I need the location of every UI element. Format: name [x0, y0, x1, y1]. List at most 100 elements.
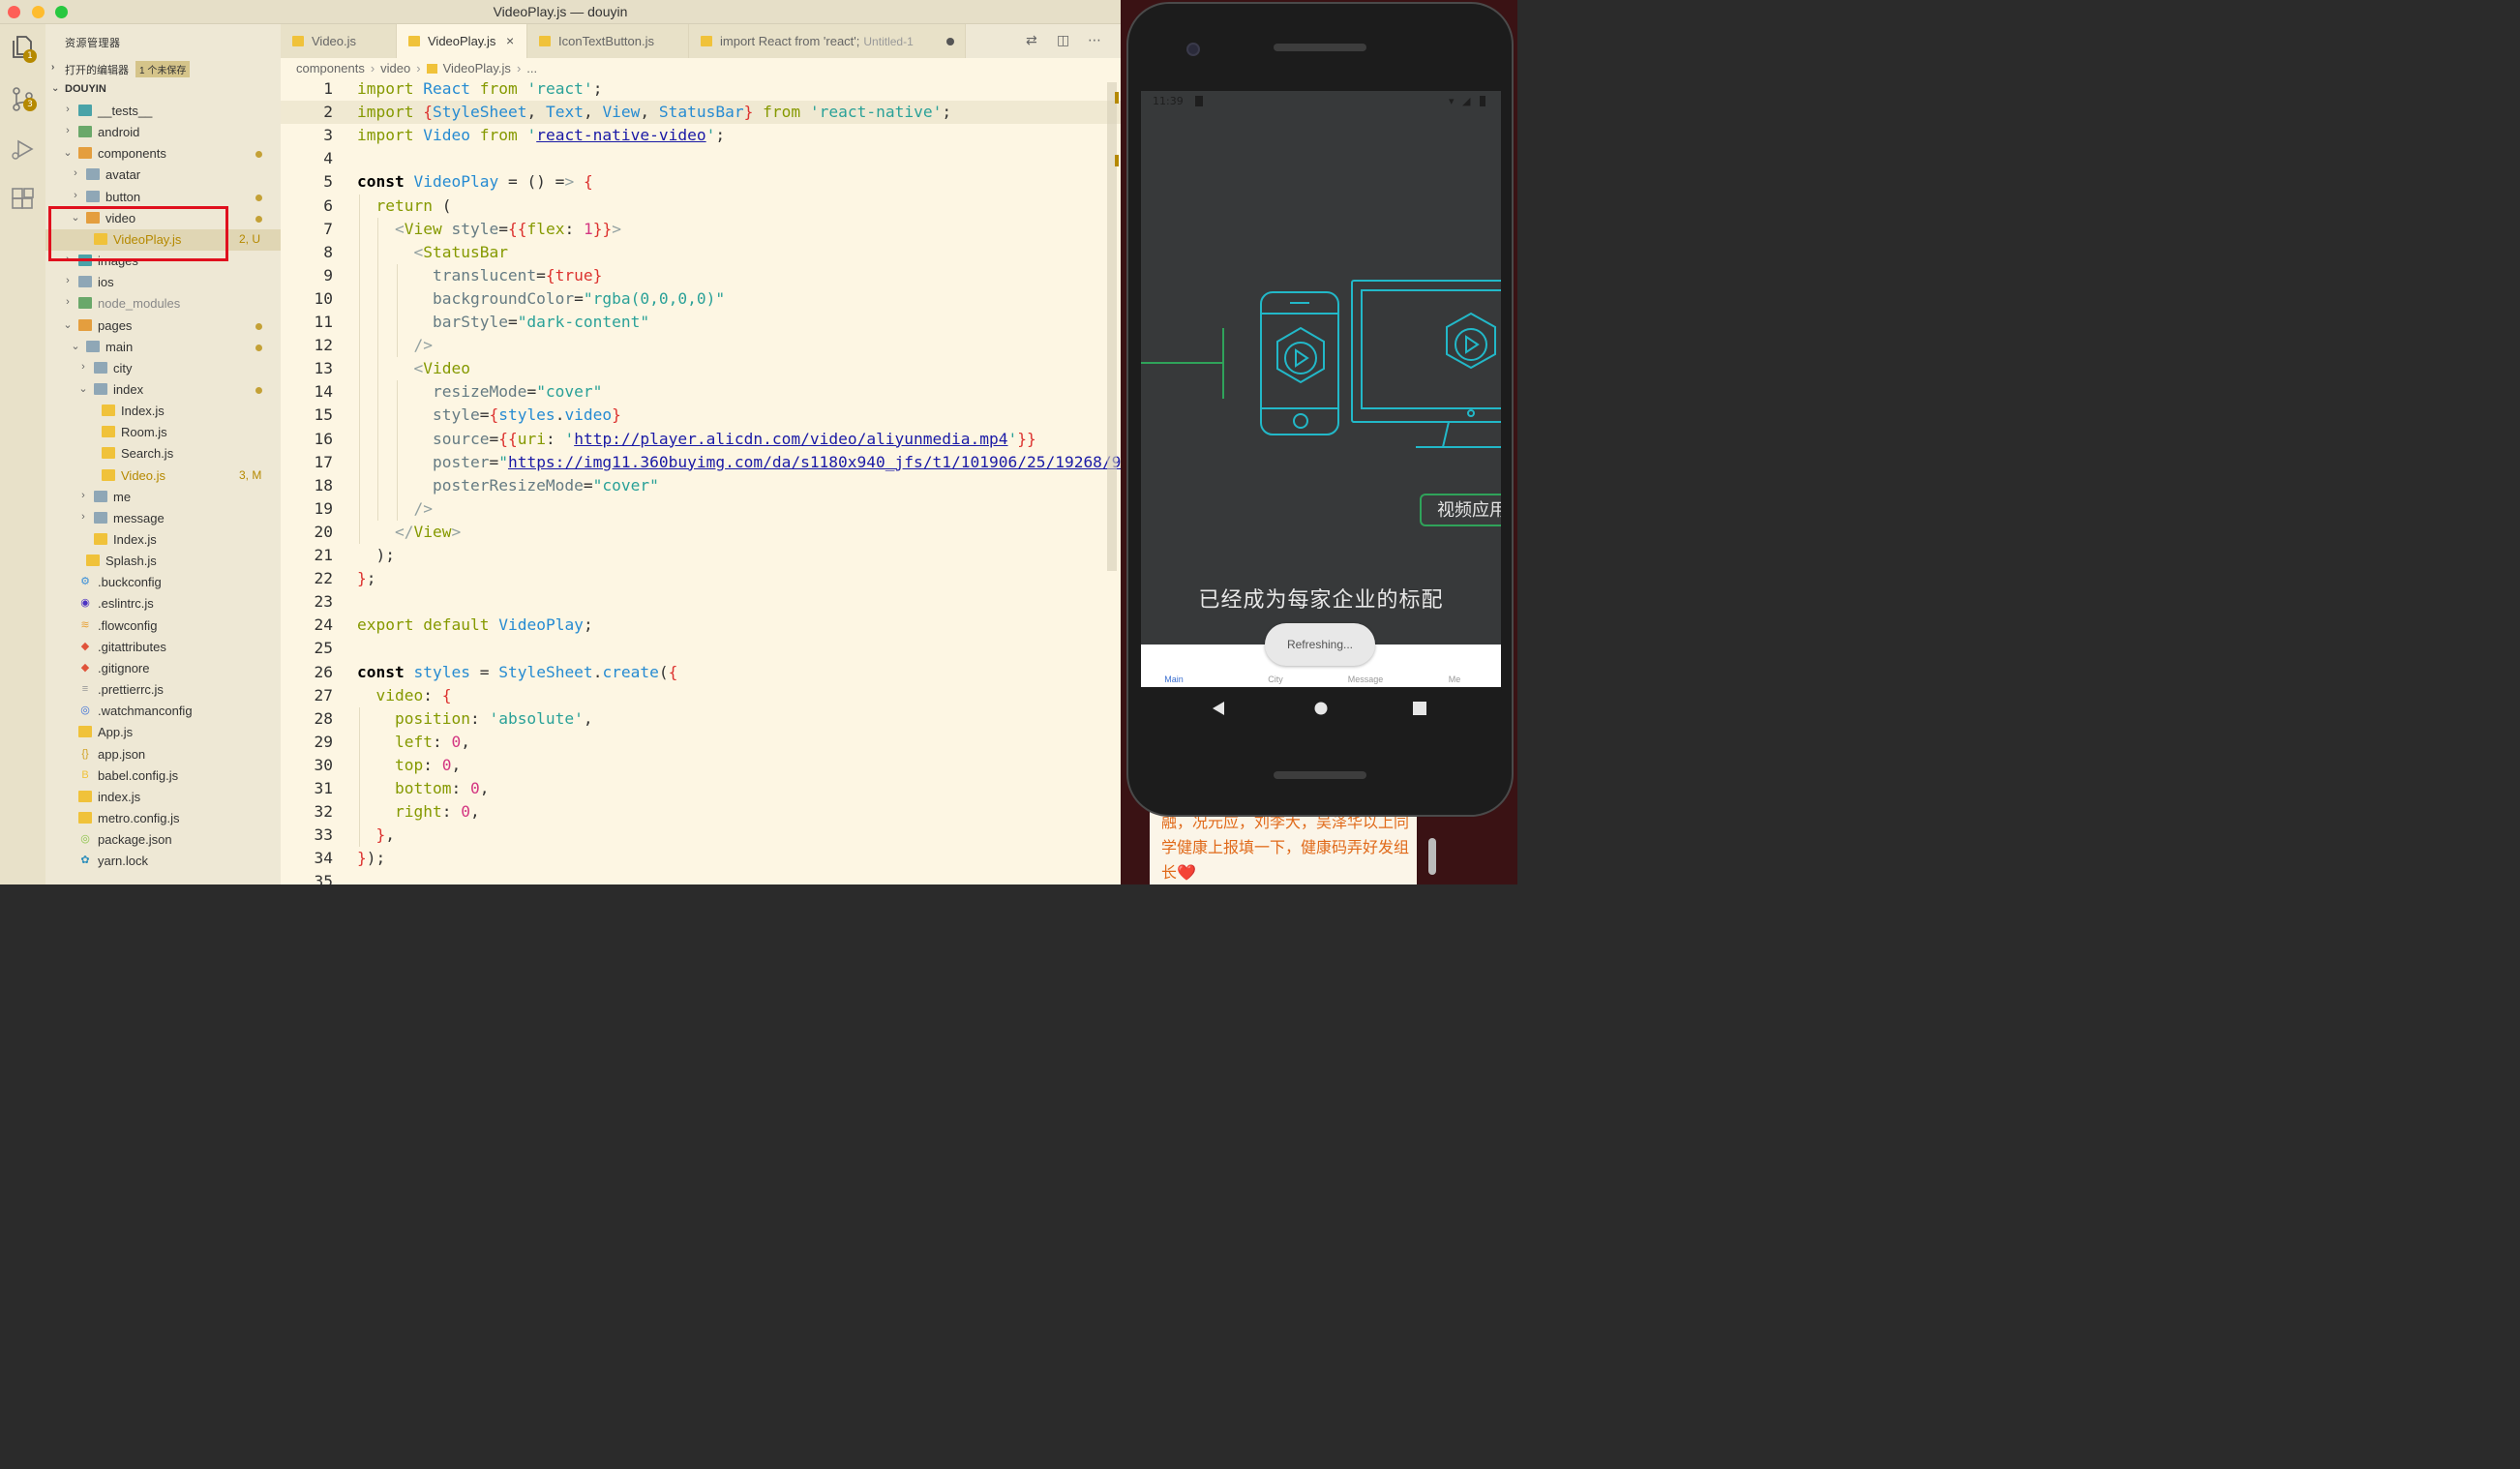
code-line[interactable]: 11 barStyle="dark-content": [281, 311, 1121, 334]
line-number: 11: [314, 313, 334, 331]
code-line[interactable]: 34});: [281, 847, 1121, 870]
code-line[interactable]: 26 const styles = StyleSheet.create({: [281, 661, 1121, 684]
tab-city[interactable]: City: [1246, 675, 1305, 684]
recents-icon[interactable]: [1412, 701, 1427, 716]
tree-file[interactable]: Bbabel.config.js: [45, 765, 281, 787]
code-line[interactable]: 29 left: 0,: [281, 731, 1121, 754]
tree-folder[interactable]: ⌄ pages: [45, 315, 281, 337]
tree-folder[interactable]: › node_modules: [45, 293, 281, 315]
code-editor[interactable]: 1 import React from 'react'; 2 import {Styl…: [281, 77, 1121, 884]
code-line[interactable]: 35: [281, 870, 1121, 884]
code-line[interactable]: 7 <View style={{flex: 1}}>: [281, 218, 1121, 241]
code-line[interactable]: 13 <Video: [281, 357, 1121, 380]
breadcrumb-item[interactable]: components: [296, 61, 365, 75]
tree-folder[interactable]: › __tests__: [45, 101, 281, 122]
code-line[interactable]: 15 style={styles.video}: [281, 404, 1121, 427]
tree-file[interactable]: ◎ .watchmanconfig: [45, 701, 281, 722]
code-line[interactable]: 22};: [281, 567, 1121, 590]
tab-untitled-1[interactable]: import React from 'react'; Untitled-1: [689, 24, 966, 58]
tab-icontextbutton-js[interactable]: IconTextButton.js: [527, 24, 689, 58]
tree-file[interactable]: ≋ .flowconfig: [45, 615, 281, 637]
tree-file[interactable]: ◉ .eslintrc.js: [45, 593, 281, 615]
open-editors-section[interactable]: › 打开的编辑器 1 个未保存: [45, 58, 281, 79]
code-line[interactable]: 10 backgroundColor="rgba(0,0,0,0)": [281, 287, 1121, 311]
run-debug-icon[interactable]: [10, 136, 36, 163]
tree-folder[interactable]: › android: [45, 122, 281, 143]
extensions-icon[interactable]: [10, 187, 36, 213]
breadcrumb-item[interactable]: video: [380, 61, 410, 75]
breadcrumb-item[interactable]: VideoPlay.js: [443, 61, 511, 75]
back-icon[interactable]: [1211, 701, 1226, 716]
code-line[interactable]: 28 position: 'absolute',: [281, 707, 1121, 731]
tree-folder[interactable]: › avatar: [45, 165, 281, 186]
tree-file[interactable]: Video.js 3, M: [45, 465, 281, 487]
tree-folder[interactable]: › city: [45, 358, 281, 379]
chat-scrollbar[interactable]: [1428, 838, 1436, 875]
code-line[interactable]: 24 export default VideoPlay;: [281, 614, 1121, 637]
tree-file[interactable]: ◎ package.json: [45, 829, 281, 851]
code-line[interactable]: 27 video: {: [281, 684, 1121, 707]
tree-file[interactable]: Index.js: [45, 401, 281, 422]
code-line[interactable]: 8 <StatusBar: [281, 241, 1121, 264]
split-editor-icon[interactable]: ◫: [1057, 33, 1069, 48]
tree-folder[interactable]: ⌄ index: [45, 379, 281, 401]
tree-file[interactable]: ⚙ .buckconfig: [45, 572, 281, 593]
tree-folder[interactable]: › ios: [45, 272, 281, 293]
tree-file[interactable]: Search.js: [45, 443, 281, 465]
code-line[interactable]: 23: [281, 590, 1121, 614]
tab-message[interactable]: Message: [1336, 675, 1395, 684]
project-section[interactable]: ⌄ DOUYIN: [45, 79, 281, 101]
code-line[interactable]: 25: [281, 637, 1121, 660]
tab-videoplay-js[interactable]: VideoPlay.js ×: [397, 24, 527, 58]
tree-file[interactable]: ≡ .prettierrc.js: [45, 679, 281, 701]
code-line[interactable]: 19 />: [281, 497, 1121, 521]
compare-changes-icon[interactable]: ⇄: [1026, 33, 1037, 48]
tab-video-js[interactable]: Video.js: [281, 24, 397, 58]
tree-file[interactable]: Splash.js: [45, 551, 281, 572]
code-line[interactable]: 21 );: [281, 544, 1121, 567]
code-line[interactable]: 17 poster="https://img11.360buyimg.com/d…: [281, 451, 1122, 474]
tree-file[interactable]: {} app.json: [45, 744, 281, 765]
code-line[interactable]: 20 </View>: [281, 521, 1121, 544]
code-line[interactable]: 14 resizeMode="cover": [281, 380, 1121, 404]
code-line[interactable]: 3 import Video from 'react-native-video';: [281, 124, 1121, 147]
tree-file[interactable]: metro.config.js: [45, 808, 281, 829]
code-line[interactable]: 12 />: [281, 334, 1121, 357]
source-control-icon[interactable]: 3: [10, 86, 37, 112]
tree-folder[interactable]: ⌄ components: [45, 143, 281, 165]
tree-folder[interactable]: ⌄ main: [45, 337, 281, 358]
code-line[interactable]: 31 bottom: 0,: [281, 777, 1121, 800]
code-line[interactable]: 5 const VideoPlay = () => {: [281, 170, 1121, 194]
code-line[interactable]: 9 translucent={true}: [281, 264, 1121, 287]
tree-file[interactable]: index.js: [45, 787, 281, 808]
tab-me[interactable]: Me: [1425, 675, 1484, 684]
code-line[interactable]: 18 posterResizeMode="cover": [281, 474, 1121, 497]
code-line[interactable]: 2 import {StyleSheet, Text, View, StatusB…: [281, 101, 1121, 125]
breadcrumb-item[interactable]: ...: [526, 61, 537, 75]
code-line[interactable]: 4: [281, 147, 1121, 170]
unsaved-dot-icon[interactable]: [946, 38, 954, 45]
tab-main[interactable]: Main: [1145, 675, 1203, 684]
tree-folder[interactable]: › button: [45, 187, 281, 208]
code-line[interactable]: 30 top: 0,: [281, 754, 1121, 777]
tree-file[interactable]: ◆ .gitattributes: [45, 637, 281, 658]
tree-file[interactable]: App.js: [45, 722, 281, 743]
explorer-icon[interactable]: 1: [10, 34, 37, 63]
code-line[interactable]: 1 import React from 'react';: [281, 77, 1121, 101]
tree-file[interactable]: Room.js: [45, 422, 281, 443]
tree-file[interactable]: ✿ yarn.lock: [45, 851, 281, 872]
code-line[interactable]: 33 },: [281, 824, 1121, 847]
code-line[interactable]: 6 return (: [281, 195, 1121, 218]
tree-folder[interactable]: › message: [45, 508, 281, 529]
code-text: bottom: 0,: [394, 779, 490, 797]
close-icon[interactable]: ×: [506, 33, 514, 48]
code-line[interactable]: 32 right: 0,: [281, 800, 1121, 824]
phone-screen[interactable]: 11:39 ▾ ◢ 视频应用 已经成为每家企业的标配 Main City Mes…: [1141, 91, 1501, 687]
code-line[interactable]: 16 source={{uri: 'http://player.alicdn.c…: [281, 428, 1121, 451]
tree-file[interactable]: Index.js: [45, 529, 281, 551]
more-actions-icon[interactable]: ⋯: [1088, 33, 1101, 48]
line-number: 33: [314, 825, 334, 845]
tree-folder[interactable]: › me: [45, 487, 281, 508]
home-icon[interactable]: [1313, 701, 1329, 716]
tree-file[interactable]: ◆ .gitignore: [45, 658, 281, 679]
